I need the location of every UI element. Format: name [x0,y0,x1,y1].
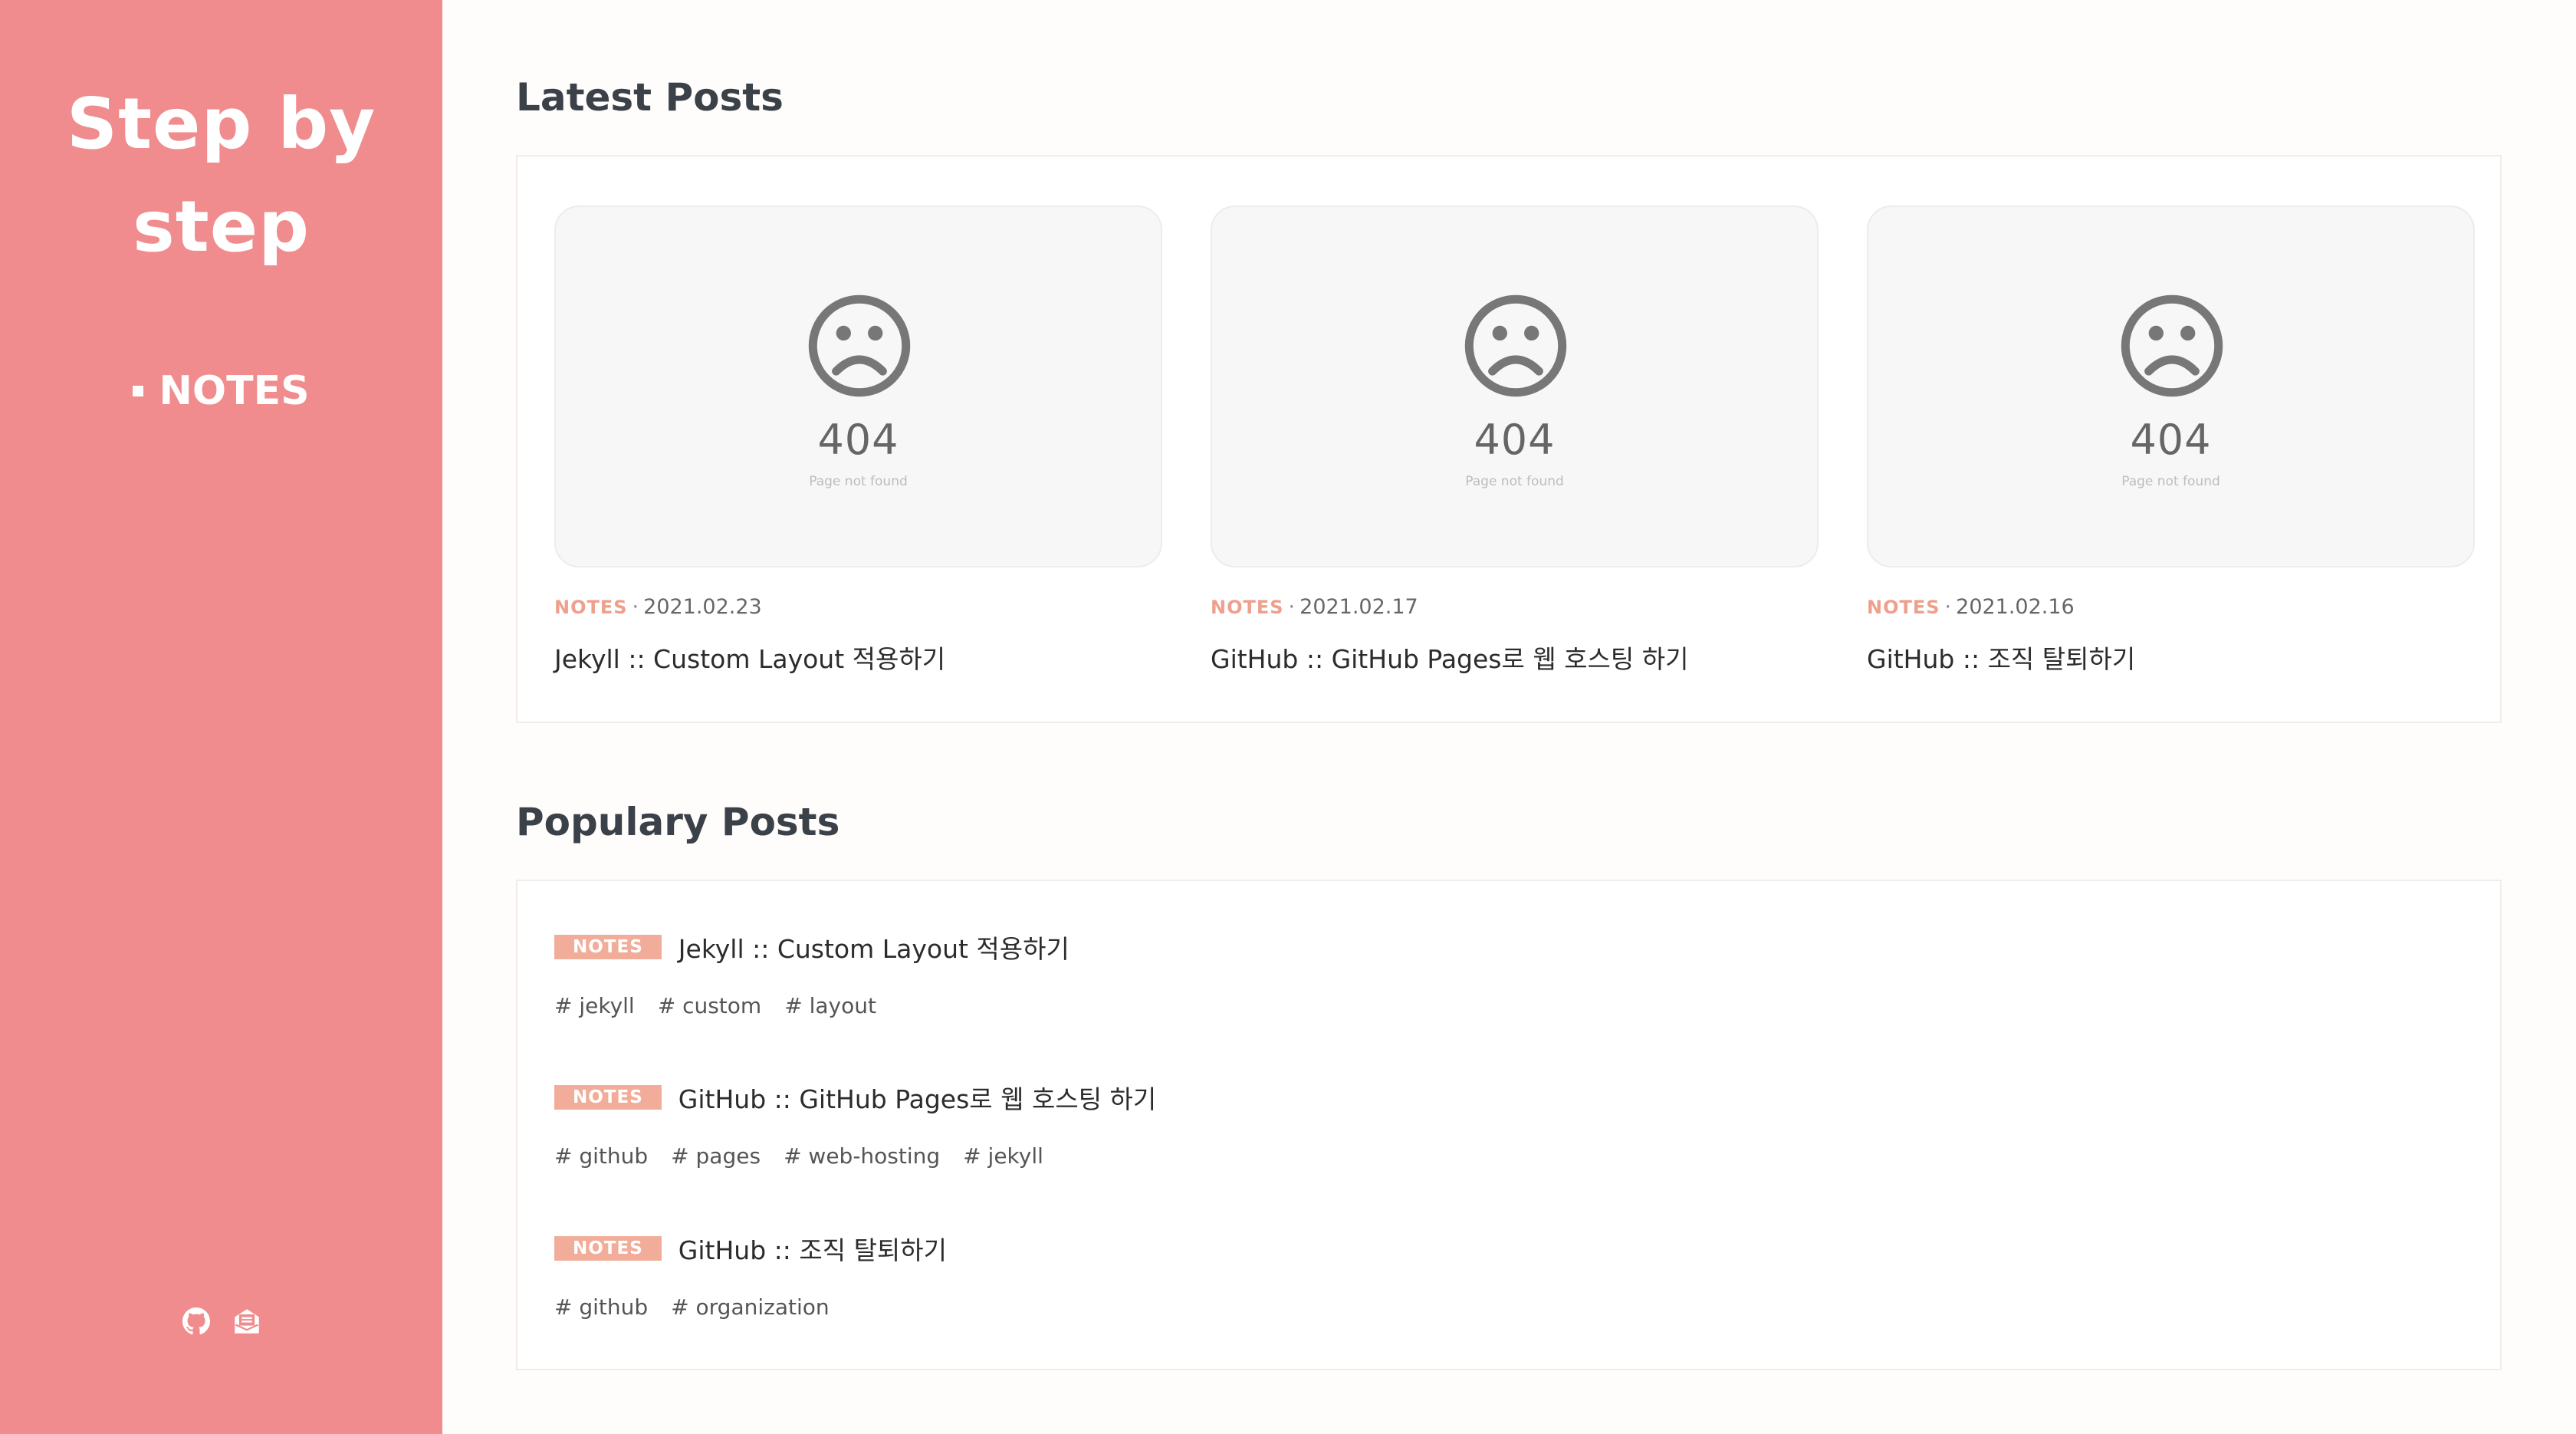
post-category[interactable]: NOTES [554,597,628,618]
popular-post-header: NOTES Jekyll :: Custom Layout 적용하기 [554,929,1070,965]
tag-link[interactable]: # jekyll [554,993,635,1018]
sad-face-icon [2121,294,2223,397]
site-title-line2[interactable]: step [0,176,442,278]
tag-link[interactable]: # custom [658,993,761,1018]
sad-face-icon [808,294,911,397]
latest-posts-panel: 404 Page not found NOTES · 2021.02.23 Je… [516,155,2502,723]
post-title[interactable]: Jekyll :: Custom Layout 적용하기 [554,639,1162,676]
tag-link[interactable]: # github [554,1143,648,1169]
post-category[interactable]: NOTES [1867,597,1940,618]
popular-post-item: NOTES Jekyll :: Custom Layout 적용하기 # jek… [554,929,1070,1018]
error-code: 404 [2130,416,2212,464]
nav-item-notes[interactable]: NOTES [133,368,310,414]
popular-posts-heading: Populary Posts [516,800,840,844]
mail-icon[interactable] [233,1307,261,1335]
category-badge[interactable]: NOTES [554,935,662,959]
popular-posts-panel: NOTES Jekyll :: Custom Layout 적용하기 # jek… [516,880,2502,1370]
latest-posts-heading: Latest Posts [516,75,784,120]
sad-face-icon [1464,294,1567,397]
meta-separator: · [1944,595,1952,619]
post-thumbnail[interactable]: 404 Page not found [1211,206,1819,567]
post-category[interactable]: NOTES [1211,597,1284,618]
social-links [0,1307,442,1335]
post-date: 2021.02.17 [1300,595,1418,619]
sidebar: Step by step NOTES [0,0,442,1434]
post-meta: NOTES · 2021.02.23 [554,595,1162,619]
meta-separator: · [1288,595,1296,619]
error-code: 404 [1474,416,1556,464]
error-message: Page not found [2121,474,2220,489]
sidebar-nav: NOTES [0,368,442,414]
tag-link[interactable]: # layout [784,993,876,1018]
popular-post-item: NOTES GitHub :: 조직 탈퇴하기 # github # organ… [554,1230,947,1320]
category-badge[interactable]: NOTES [554,1085,662,1110]
tag-link[interactable]: # web-hosting [784,1143,940,1169]
post-title[interactable]: GitHub :: 조직 탈퇴하기 [1867,639,2475,676]
popular-post-header: NOTES GitHub :: 조직 탈퇴하기 [554,1230,947,1267]
post-card: 404 Page not found NOTES · 2021.02.23 Je… [554,206,1162,676]
tag-list: # github # pages # web-hosting # jekyll [554,1143,1156,1169]
post-card: 404 Page not found NOTES · 2021.02.16 Gi… [1867,206,2475,676]
post-meta: NOTES · 2021.02.17 [1211,595,1819,619]
post-title[interactable]: GitHub :: GitHub Pages로 웹 호스팅 하기 [1211,639,1819,676]
popular-post-title[interactable]: GitHub :: 조직 탈퇴하기 [678,1230,947,1267]
bullet-icon [133,386,144,396]
post-thumbnail[interactable]: 404 Page not found [1867,206,2475,567]
site-title-line1[interactable]: Step by [0,73,442,176]
post-thumbnail[interactable]: 404 Page not found [554,206,1162,567]
post-meta: NOTES · 2021.02.16 [1867,595,2475,619]
tag-link[interactable]: # organization [671,1294,829,1320]
popular-post-title[interactable]: GitHub :: GitHub Pages로 웹 호스팅 하기 [678,1079,1157,1116]
nav-item-label: NOTES [159,368,310,414]
post-date: 2021.02.16 [1956,595,2075,619]
error-code: 404 [817,416,899,464]
tag-list: # jekyll # custom # layout [554,993,1070,1018]
popular-post-item: NOTES GitHub :: GitHub Pages로 웹 호스팅 하기 #… [554,1079,1156,1169]
category-badge[interactable]: NOTES [554,1236,662,1261]
post-card: 404 Page not found NOTES · 2021.02.17 Gi… [1211,206,1819,676]
popular-post-title[interactable]: Jekyll :: Custom Layout 적용하기 [678,929,1070,965]
popular-post-header: NOTES GitHub :: GitHub Pages로 웹 호스팅 하기 [554,1079,1156,1116]
site-title[interactable]: Step by step [0,73,442,278]
github-icon[interactable] [182,1307,210,1335]
error-message: Page not found [809,474,908,489]
post-date: 2021.02.23 [643,595,762,619]
tag-link[interactable]: # github [554,1294,648,1320]
error-message: Page not found [1465,474,1564,489]
tag-link[interactable]: # pages [671,1143,761,1169]
tag-link[interactable]: # jekyll [963,1143,1043,1169]
meta-separator: · [632,595,639,619]
tag-list: # github # organization [554,1294,947,1320]
